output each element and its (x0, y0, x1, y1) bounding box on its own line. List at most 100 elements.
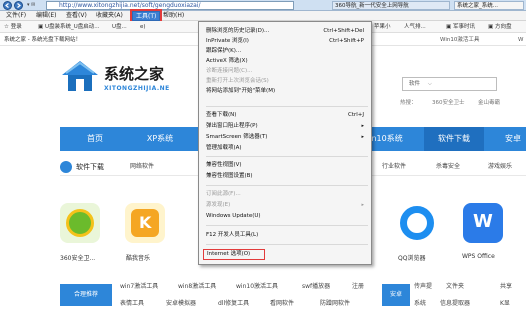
tab-360[interactable]: 360导航_新一代安全上网导航 (332, 1, 450, 10)
menu-separator (206, 244, 368, 245)
menu-compat-view[interactable]: 兼容性视图(V) (206, 160, 368, 170)
submenu-arrow-icon: ▸ (361, 134, 364, 140)
category-link[interactable]: 游戏娱乐 (488, 158, 512, 176)
nav-home[interactable]: 首页 (80, 127, 110, 151)
menu-file[interactable]: 文件(F) (6, 11, 26, 21)
hot-search-link[interactable]: 360安全卫士 (432, 98, 465, 106)
topbar-link[interactable]: W (518, 34, 523, 46)
menu-add-to-start[interactable]: 将网站添加到"开始"菜单(M) (206, 86, 368, 96)
fav-label: 方向盘 (494, 24, 512, 30)
nav-android[interactable]: 安卓 (500, 127, 526, 151)
app-qqbrowser-icon[interactable] (397, 203, 437, 243)
menu-view-downloads[interactable]: 查看下载(N) Ctrl+J (206, 110, 368, 120)
hot-search-label: 热搜： (400, 100, 417, 106)
nav-software[interactable]: 软件下载 (424, 127, 484, 151)
fav-label: 登录 (10, 24, 22, 30)
fav-item[interactable]: e) (140, 22, 146, 32)
fav-item[interactable]: U盘... (112, 22, 127, 32)
menu-compat-settings[interactable]: 兼容性视图设置(B) (206, 171, 368, 181)
menu-item-label: 跟踪保护(K)... (206, 48, 242, 54)
menu-item-label: InPrivate 浏览(I) (206, 38, 249, 44)
menu-popup-blocker[interactable]: 弹出窗口阻止程序(P) ▸ (206, 121, 368, 131)
fav-label: U盘... (112, 24, 127, 30)
history-dropdown-icon[interactable]: ▾ ✉ (27, 2, 43, 9)
fav-item[interactable]: ▣ 方向盘 (488, 22, 511, 32)
menu-activex-filter[interactable]: ActiveX 筛选(X) (206, 56, 368, 66)
menu-edit[interactable]: 编辑(E) (36, 11, 56, 21)
fav-label: e) (140, 24, 146, 30)
search-category-label: 软件 (409, 81, 421, 87)
bottom-link[interactable]: swf播放器 (302, 281, 330, 290)
bottom-link[interactable]: 传声提 (414, 281, 432, 290)
menu-item-shortcut: Ctrl+Shift+P (329, 38, 364, 44)
menu-inprivate[interactable]: InPrivate 浏览(I) Ctrl+Shift+P (206, 36, 368, 46)
menu-item-label: 重新打开上次浏览会话(S) (206, 78, 269, 84)
menu-item-label: 诊断连接问题(C)... (206, 68, 253, 74)
fav-item[interactable]: ▣ U盘装系统_U盘启动... (38, 22, 100, 32)
url-field[interactable]: http://www.xitongzhijia.net/soft/gengduo… (46, 1, 294, 10)
menu-item-label: 将网站添加到"开始"菜单(M) (206, 88, 276, 94)
bottom-link[interactable]: 防蹭网软件 (320, 298, 350, 307)
fav-item[interactable]: 人气排... (404, 22, 426, 32)
back-button[interactable] (3, 1, 12, 10)
menu-separator (206, 225, 368, 226)
bottom-link[interactable]: 看网软件 (270, 298, 294, 307)
bottom-link[interactable]: 注册 (352, 281, 364, 290)
tools-menu: 删除浏览的历史记录(D)... Ctrl+Shift+Del InPrivate … (198, 21, 372, 265)
menu-windows-update[interactable]: Windows Update(U) (206, 211, 368, 221)
bottom-link[interactable]: win8激活工具 (178, 281, 216, 290)
category-link[interactable]: 杀毒安全 (436, 158, 460, 176)
tab-xitongzhijia[interactable]: 系统之家_系统... (454, 1, 524, 10)
menu-smartscreen[interactable]: SmartScreen 筛选器(T) ▸ (206, 132, 368, 142)
menu-item-label: 查看下载(N) (206, 112, 237, 118)
bottom-link[interactable]: 表情工具 (120, 298, 144, 307)
back-arrow-icon (5, 3, 9, 8)
recommend-label: 合理推荐 (60, 284, 112, 306)
menu-feed-discovery: 源发现(E) ▸ (206, 200, 368, 210)
site-search-input[interactable]: 软件 ⌵ (402, 77, 497, 91)
menu-subscribe-feed: 订阅此源(F)... (206, 189, 368, 199)
fav-item[interactable]: ▣ 军事时讯 (446, 22, 475, 32)
fav-item[interactable]: 苹果小 (374, 22, 391, 32)
fav-item[interactable]: ☆ 登录 (4, 22, 22, 32)
category-link[interactable]: 网络软件 (130, 158, 154, 176)
app-label: WPS Office (462, 253, 495, 260)
bottom-link[interactable]: 系统 (414, 298, 426, 307)
hot-search-link[interactable]: 金山毒霸 (478, 98, 500, 106)
menu-favorites[interactable]: 收藏夹(A) (96, 11, 123, 21)
menu-diagnose: 诊断连接问题(C)... (206, 66, 368, 76)
forward-button[interactable] (14, 1, 23, 10)
category-link[interactable]: 行业软件 (382, 158, 406, 176)
bottom-link[interactable]: K显 (500, 298, 510, 307)
bottom-link[interactable]: win10激活工具 (236, 281, 278, 290)
menu-f12-devtools[interactable]: F12 开发人员工具(L) (206, 230, 368, 240)
menu-tracking-protection[interactable]: 跟踪保护(K)... (206, 46, 368, 56)
bottom-link[interactable]: 文件夹 (446, 281, 464, 290)
site-logo[interactable]: 系统之家 XITONGZHIJIA.NE (60, 55, 192, 99)
fav-label: 军事时讯 (452, 24, 475, 30)
submenu-arrow-icon: ▸ (361, 123, 364, 129)
bottom-link[interactable]: 安卓模拟器 (166, 298, 196, 307)
browser-window: ▾ ✉ http://www.xitongzhijia.net/soft/gen… (0, 0, 526, 324)
menu-manage-addons[interactable]: 管理加载项(A) (206, 143, 368, 153)
topbar-link[interactable]: Win10激活工具 (440, 34, 479, 46)
bottom-link[interactable]: 共享 (500, 281, 512, 290)
menu-item-label: 源发现(E) (206, 202, 231, 208)
bottom-link[interactable]: 信息提取器 (440, 298, 470, 307)
bottom-link[interactable]: dll修复工具 (218, 298, 249, 307)
app-360-icon[interactable] (60, 203, 100, 243)
menu-separator (206, 106, 368, 107)
menu-tools[interactable]: 工具(T) (129, 9, 163, 23)
menu-help[interactable]: 帮助(H) (163, 11, 184, 21)
android-recommend-label: 安卓 (382, 284, 410, 306)
bottom-link[interactable]: win7激活工具 (120, 281, 158, 290)
app-kuwo-icon[interactable]: K (125, 203, 165, 243)
menu-item-shortcut: Ctrl+J (347, 112, 364, 118)
browser-icon (400, 206, 434, 240)
menu-delete-history[interactable]: 删除浏览的历史记录(D)... Ctrl+Shift+Del (206, 26, 368, 36)
menu-reopen-session: 重新打开上次浏览会话(S) (206, 76, 368, 86)
menu-view[interactable]: 查看(V) (66, 11, 87, 21)
nav-xp[interactable]: XP系统 (140, 127, 180, 151)
menu-internet-options[interactable]: Internet 选项(O) (203, 249, 265, 260)
app-wps-icon[interactable]: W (463, 203, 503, 243)
